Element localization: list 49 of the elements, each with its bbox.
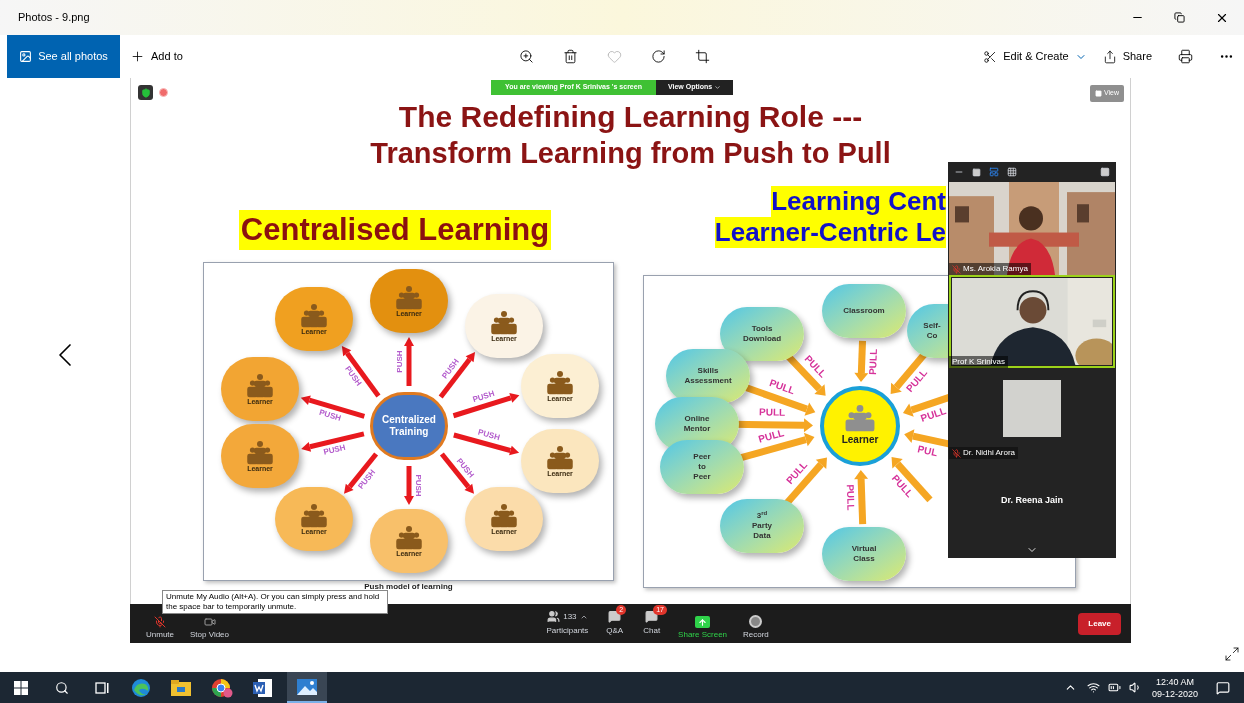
see-all-photos-button[interactable]: See all photos	[7, 35, 120, 78]
arrow-label: PUSH	[322, 442, 347, 457]
add-to-button[interactable]: Add to	[130, 48, 183, 65]
button-label: Participants	[546, 625, 589, 637]
arrow-label: PUL	[916, 443, 939, 459]
edit-create-button[interactable]: Edit & Create	[983, 48, 1087, 65]
arrow-label: PUSH	[471, 388, 496, 405]
arrow-label: PULL	[768, 377, 797, 397]
arrow-label: PUSH	[477, 427, 501, 443]
record-button[interactable]: Record	[735, 615, 777, 640]
topic-bubble: Classroom	[822, 284, 906, 338]
button-label: Chat	[643, 625, 661, 637]
arrow-label: PULL	[919, 405, 948, 424]
share-screen-button[interactable]: Share Screen	[670, 615, 736, 640]
arrow-label: PULL	[757, 427, 786, 445]
participant-name: Prof K Srinivas	[952, 356, 1005, 368]
section-heading: Learning Cent	[771, 186, 946, 217]
topic-bubble: Tools Download	[720, 307, 804, 361]
tooltip: Unmute My Audio (Alt+A). Or you can simply press and hold the space bar to temporarily unmute.	[162, 590, 388, 614]
participants-button[interactable]: 133 Participants	[538, 604, 597, 643]
topic-bubble: Virtual Class	[822, 527, 906, 581]
clock-time[interactable]: 12:40 AM	[1155, 675, 1194, 688]
arrow-label: PUSH	[395, 350, 405, 373]
slide-title: Transform Learning from Push to Pull	[370, 136, 891, 171]
participant-count: 133	[563, 610, 577, 623]
window-title: Photos - 9.png	[18, 10, 90, 26]
participant-name: Dr. Reena Jain	[1001, 494, 1063, 508]
arrow-label: PULL	[866, 348, 879, 376]
participant-name: Ms. Arokia Ramya	[963, 263, 1028, 275]
arrow-label: PULL	[759, 406, 786, 418]
arrow-label: PULL	[844, 484, 857, 511]
participant-name: Dr. Nidhi Arora	[963, 447, 1016, 459]
diagram-caption: Push model of learning	[364, 582, 453, 592]
button-label: Q&A	[606, 625, 624, 637]
leave-button[interactable]: Leave	[1078, 612, 1121, 635]
arrow-label: PUSH	[318, 407, 343, 423]
node-label: Learner	[841, 433, 879, 448]
topic-bubble: 3$^{rd}$ Party Data	[720, 499, 804, 553]
topic-bubble: Skills Assessment	[666, 349, 750, 403]
share-button[interactable]: Share	[1102, 48, 1152, 65]
stop-video-button[interactable]: Stop Video	[182, 615, 237, 640]
clock-date[interactable]: 09-12-2020	[1151, 687, 1198, 700]
unmute-button[interactable]: Unmute	[138, 615, 182, 640]
center-bubble: Centralized Training	[370, 392, 448, 460]
section-heading: Learner-Centric Le	[714, 217, 946, 248]
arrow-label: PUSH	[413, 474, 423, 497]
section-heading: Centralised Learning	[238, 210, 552, 250]
topic-bubble: Peer to Peer	[660, 440, 744, 494]
slide-title: The Redefining Learning Role ---	[398, 99, 863, 135]
